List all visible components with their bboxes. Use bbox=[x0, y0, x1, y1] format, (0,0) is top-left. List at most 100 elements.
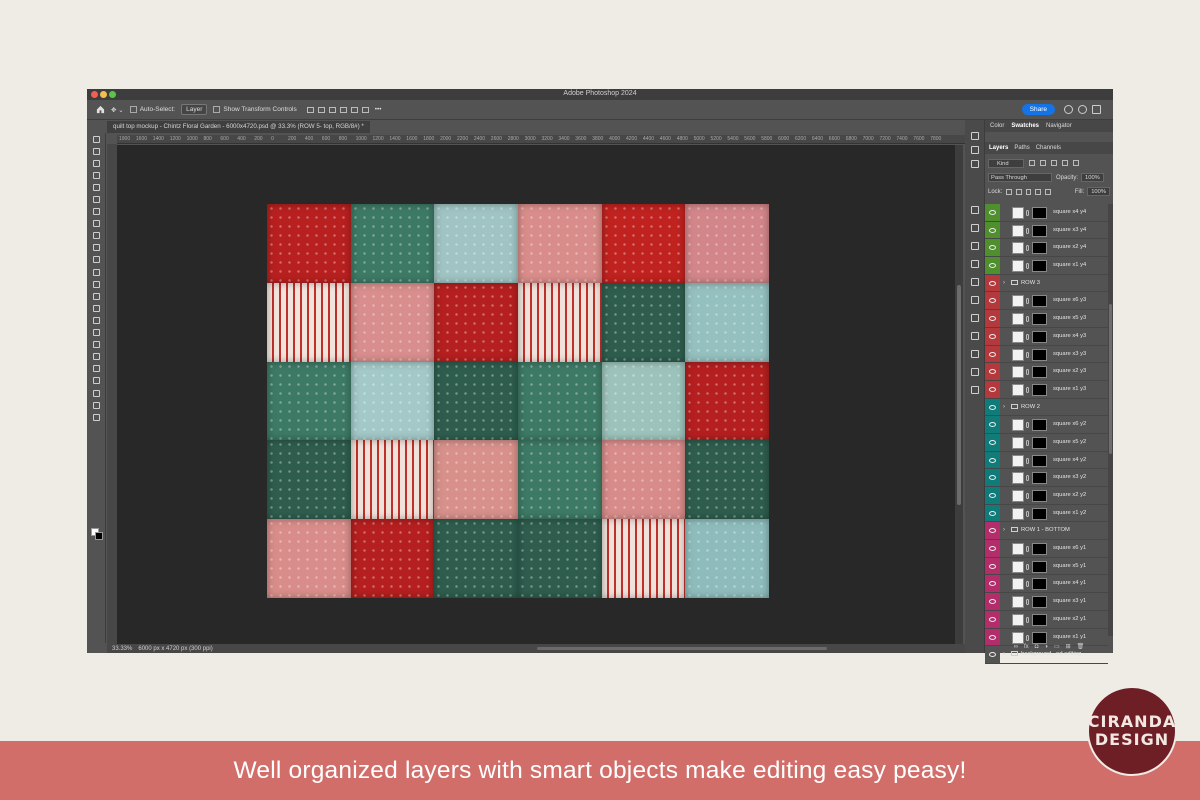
layer-row[interactable]: square x2 y2 bbox=[985, 487, 1108, 505]
layer-row[interactable]: square x5 y1 bbox=[985, 557, 1108, 576]
filter-smart-object-icon[interactable] bbox=[1073, 160, 1079, 166]
layer-row[interactable]: square x6 y3 bbox=[985, 292, 1108, 311]
visibility-eye-icon[interactable] bbox=[989, 280, 996, 286]
layer-row[interactable]: square x1 y4 bbox=[985, 257, 1108, 275]
layer-row[interactable]: square x5 y3 bbox=[985, 310, 1108, 328]
auto-select-dropdown[interactable]: Layer bbox=[181, 104, 208, 115]
info-icon[interactable] bbox=[971, 296, 979, 304]
lock-all-icon[interactable] bbox=[1045, 188, 1051, 195]
new-group-icon[interactable]: ▭ bbox=[1054, 643, 1060, 650]
layer-mask-thumbnail[interactable] bbox=[1032, 578, 1047, 591]
tab-swatches[interactable]: Swatches bbox=[1011, 123, 1039, 129]
tab-channels[interactable]: Channels bbox=[1036, 145, 1061, 151]
lock-artboard-icon[interactable] bbox=[1035, 188, 1042, 195]
tab-navigator[interactable]: Navigator bbox=[1046, 123, 1072, 129]
layer-row[interactable]: square x4 y4 bbox=[985, 204, 1108, 222]
canvas-vertical-scrollbar[interactable] bbox=[955, 145, 963, 644]
libraries-icon[interactable] bbox=[971, 260, 979, 268]
mask-link-icon[interactable] bbox=[1026, 210, 1029, 216]
smart-object-thumbnail[interactable] bbox=[1012, 490, 1024, 502]
smart-object-thumbnail[interactable] bbox=[1012, 207, 1024, 219]
character-icon[interactable] bbox=[971, 206, 979, 214]
visibility-eye-icon[interactable] bbox=[989, 616, 996, 622]
home-icon[interactable] bbox=[96, 105, 105, 114]
brush-tool-icon[interactable] bbox=[87, 230, 106, 242]
show-transform-checkbox[interactable] bbox=[213, 106, 221, 113]
layer-mask-thumbnail[interactable] bbox=[1032, 543, 1047, 556]
zoom-level[interactable]: 33.33% bbox=[112, 646, 132, 652]
align-right-icon[interactable] bbox=[328, 106, 336, 113]
smart-object-thumbnail[interactable] bbox=[1012, 330, 1024, 343]
layer-group-row[interactable]: › ROW 1 - BOTTOM bbox=[985, 522, 1108, 541]
eraser-tool-icon[interactable] bbox=[87, 266, 106, 278]
spot-heal-tool-icon[interactable] bbox=[87, 218, 106, 230]
align-bottom-icon[interactable] bbox=[361, 106, 369, 113]
expand-group-arrow-icon[interactable]: › bbox=[1003, 527, 1005, 533]
layer-mask-thumbnail[interactable] bbox=[1032, 507, 1047, 520]
smart-object-thumbnail[interactable] bbox=[1012, 260, 1024, 273]
mask-link-icon[interactable] bbox=[1026, 227, 1029, 234]
more-options-button[interactable]: ••• bbox=[375, 106, 382, 113]
layer-row[interactable]: square x6 y2 bbox=[985, 416, 1108, 434]
align-center-icon[interactable] bbox=[317, 106, 325, 113]
layer-row[interactable]: square x4 y2 bbox=[985, 451, 1108, 470]
frame-tool-icon[interactable] bbox=[87, 193, 106, 205]
layers-scroll-thumb[interactable] bbox=[1109, 304, 1112, 454]
share-button[interactable]: Share bbox=[1021, 104, 1055, 115]
visibility-eye-icon[interactable] bbox=[989, 493, 996, 498]
smart-object-thumbnail[interactable] bbox=[1012, 224, 1024, 237]
properties-icon[interactable] bbox=[971, 278, 979, 286]
layer-mask-thumbnail[interactable] bbox=[1032, 207, 1047, 219]
smart-object-thumbnail[interactable] bbox=[1012, 383, 1024, 396]
opacity-input[interactable]: 100% bbox=[1081, 173, 1104, 182]
brush-settings-icon[interactable] bbox=[971, 160, 979, 168]
layer-mask-thumbnail[interactable] bbox=[1032, 366, 1047, 379]
smart-object-thumbnail[interactable] bbox=[1012, 543, 1024, 556]
filter-type-icon[interactable] bbox=[1051, 160, 1057, 166]
smart-object-thumbnail[interactable] bbox=[1012, 454, 1024, 467]
align-top-icon[interactable] bbox=[339, 106, 347, 113]
visibility-eye-icon[interactable] bbox=[989, 634, 996, 640]
layer-row[interactable]: square x1 y2 bbox=[985, 504, 1108, 523]
visibility-eye-icon[interactable] bbox=[989, 333, 996, 339]
layer-mask-thumbnail[interactable] bbox=[1032, 472, 1047, 485]
layer-row[interactable]: square x4 y1 bbox=[985, 575, 1108, 594]
rotate-view-tool-icon[interactable] bbox=[87, 375, 106, 387]
mask-link-icon[interactable] bbox=[1026, 263, 1029, 270]
document-canvas[interactable] bbox=[117, 145, 963, 644]
mask-link-icon[interactable] bbox=[1026, 616, 1029, 623]
mask-link-icon[interactable] bbox=[1026, 510, 1029, 517]
workspace-icon[interactable] bbox=[1092, 105, 1101, 114]
mask-link-icon[interactable] bbox=[1026, 351, 1029, 358]
visibility-eye-icon[interactable] bbox=[989, 227, 996, 233]
pen-tool-icon[interactable] bbox=[87, 314, 106, 326]
crop-tool-icon[interactable] bbox=[87, 181, 106, 193]
layer-row[interactable]: square x2 y3 bbox=[985, 363, 1108, 381]
layer-row[interactable]: square x6 y1 bbox=[985, 540, 1108, 558]
filter-adjustment-icon[interactable] bbox=[1040, 160, 1046, 166]
smart-object-thumbnail[interactable] bbox=[1012, 472, 1024, 485]
smart-object-thumbnail[interactable] bbox=[1012, 613, 1024, 626]
edit-toolbar-tool-icon[interactable] bbox=[87, 411, 106, 423]
layer-mask-thumbnail[interactable] bbox=[1032, 454, 1047, 467]
history-icon[interactable] bbox=[971, 146, 979, 154]
visibility-eye-icon[interactable] bbox=[989, 351, 996, 357]
styles-icon[interactable] bbox=[971, 332, 979, 340]
lasso-tool-icon[interactable] bbox=[87, 157, 106, 169]
layer-group-row[interactable]: › ROW 2 bbox=[985, 398, 1108, 417]
gradient-tool-icon[interactable] bbox=[87, 278, 106, 290]
layer-style-icon[interactable]: fx bbox=[1024, 644, 1029, 650]
vertical-scroll-thumb[interactable] bbox=[957, 285, 961, 505]
background-color-swatch[interactable] bbox=[95, 532, 103, 540]
paragraph-icon[interactable] bbox=[971, 224, 979, 232]
extra-tool-icon[interactable] bbox=[87, 399, 106, 411]
fill-input[interactable]: 100% bbox=[1087, 187, 1111, 196]
smart-object-thumbnail[interactable] bbox=[1012, 242, 1024, 255]
smart-object-thumbnail[interactable] bbox=[1012, 295, 1024, 308]
visibility-eye-icon[interactable] bbox=[989, 404, 996, 410]
mask-link-icon[interactable] bbox=[1026, 333, 1029, 340]
new-layer-icon[interactable]: ⊞ bbox=[1066, 643, 1071, 650]
marquee-tool-icon[interactable] bbox=[87, 145, 106, 157]
play-icon[interactable] bbox=[971, 132, 979, 140]
tab-paths[interactable]: Paths bbox=[1014, 145, 1029, 151]
